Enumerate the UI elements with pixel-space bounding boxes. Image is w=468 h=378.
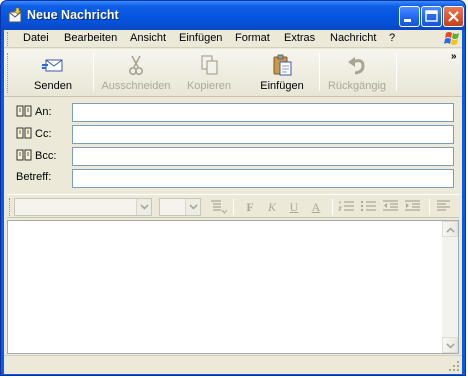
windows-logo-icon	[444, 32, 459, 45]
toolbar-overflow-chevron[interactable]: »	[451, 51, 457, 62]
undo-button-label: Rückgängig	[327, 80, 387, 92]
copy-icon	[201, 55, 218, 75]
decrease-indent-icon	[383, 200, 398, 211]
menu-format[interactable]: Format	[235, 32, 270, 44]
menu-grip[interactable]	[7, 32, 10, 46]
scissors-icon	[129, 55, 144, 76]
chevron-down-icon	[446, 343, 455, 349]
format-separator	[332, 199, 333, 215]
address-book-icon	[16, 149, 32, 161]
numbered-list-icon	[338, 201, 354, 211]
send-button[interactable]: Senden	[18, 49, 88, 95]
cc-label-row[interactable]: Cc:	[16, 127, 52, 140]
menu-file[interactable]: Datei	[23, 32, 49, 44]
status-bar	[4, 355, 462, 374]
subject-field[interactable]	[72, 169, 454, 188]
minimize-button[interactable]	[399, 6, 420, 27]
to-field[interactable]	[72, 103, 454, 122]
chevron-up-icon	[446, 227, 455, 233]
font-name-select[interactable]	[14, 198, 152, 216]
new-message-icon	[8, 7, 22, 23]
send-button-label: Senden	[34, 80, 72, 92]
paragraph-style-button[interactable]	[209, 199, 228, 215]
paste-button[interactable]: Einfügen	[249, 49, 315, 95]
cc-field[interactable]	[72, 125, 454, 144]
copy-button-label: Kopieren	[186, 80, 232, 92]
bcc-field[interactable]	[72, 147, 454, 166]
address-book-icon	[16, 105, 32, 117]
italic-button[interactable]: K	[263, 199, 281, 215]
align-left-button[interactable]	[435, 199, 453, 215]
toolbar-separator	[93, 53, 94, 91]
menu-help[interactable]: ?	[389, 32, 395, 44]
bold-button[interactable]: F	[241, 199, 259, 215]
minimize-icon	[404, 19, 411, 22]
menu-insert[interactable]: Einfügen	[179, 32, 222, 44]
window-title: Neue Nachricht	[27, 8, 119, 22]
bullet-list-icon	[361, 201, 376, 211]
font-size-dropdown-button[interactable]	[185, 199, 200, 215]
message-header-fields: An: Cc: Bcc: Betreff:	[4, 98, 462, 190]
toolbar-separator	[319, 53, 320, 91]
to-label-row[interactable]: An:	[16, 105, 52, 118]
copy-button[interactable]: Kopieren	[176, 49, 242, 95]
cut-button-label: Ausschneiden	[101, 80, 171, 92]
subject-label: Betreff:	[16, 171, 52, 183]
increase-indent-icon	[405, 200, 420, 211]
to-label: An:	[35, 106, 52, 118]
numbered-list-button[interactable]	[338, 199, 356, 215]
window-client-area: Datei Bearbeiten Ansicht Einfügen Format…	[4, 30, 462, 374]
format-separator	[429, 199, 430, 215]
send-icon	[42, 59, 63, 72]
format-toolbar-grip[interactable]	[9, 198, 12, 216]
close-icon	[448, 11, 459, 22]
maximize-button[interactable]	[421, 6, 442, 27]
standard-toolbar: Senden Ausschneiden Kopieren Einfügen Rü…	[4, 49, 462, 97]
underline-button[interactable]: U	[285, 199, 303, 215]
title-bar[interactable]: Neue Nachricht	[1, 1, 465, 30]
address-book-icon	[16, 127, 32, 139]
toolbar-grip[interactable]	[7, 53, 10, 93]
menu-tools[interactable]: Extras	[284, 32, 315, 44]
chevron-down-icon	[189, 204, 198, 210]
paragraph-style-icon	[211, 200, 228, 214]
paste-icon	[273, 54, 292, 76]
font-name-dropdown-button[interactable]	[136, 199, 151, 215]
menu-message[interactable]: Nachricht	[330, 32, 376, 44]
body-vertical-scrollbar[interactable]	[442, 221, 458, 353]
menu-edit[interactable]: Bearbeiten	[64, 32, 117, 44]
chevron-down-icon	[140, 204, 149, 210]
bcc-label: Bcc:	[35, 150, 57, 162]
maximize-icon	[425, 10, 438, 22]
undo-icon	[348, 57, 365, 75]
font-color-button[interactable]: A	[307, 199, 325, 215]
bcc-label-row[interactable]: Bcc:	[16, 149, 56, 162]
resize-grip-icon[interactable]	[448, 360, 460, 372]
message-body-editor[interactable]	[7, 220, 459, 354]
paste-button-label: Einfügen	[260, 80, 304, 92]
decrease-indent-button[interactable]	[382, 199, 400, 215]
format-separator	[233, 199, 234, 215]
bullet-list-button[interactable]	[360, 199, 378, 215]
increase-indent-button[interactable]	[404, 199, 422, 215]
close-button[interactable]	[443, 6, 464, 27]
menu-view[interactable]: Ansicht	[130, 32, 166, 44]
cut-button[interactable]: Ausschneiden	[98, 49, 174, 95]
formatting-toolbar: F K U A	[7, 194, 459, 218]
menu-bar: Datei Bearbeiten Ansicht Einfügen Format…	[4, 30, 462, 48]
undo-button[interactable]: Rückgängig	[324, 49, 390, 95]
compose-window: Neue Nachricht Datei Bearbeiten Ansicht …	[0, 0, 466, 376]
align-left-icon	[437, 200, 450, 211]
scroll-up-button[interactable]	[442, 221, 458, 237]
scroll-down-button[interactable]	[442, 337, 458, 353]
cc-label: Cc:	[35, 128, 52, 140]
font-size-select[interactable]	[159, 198, 201, 216]
toolbar-separator	[396, 53, 397, 91]
